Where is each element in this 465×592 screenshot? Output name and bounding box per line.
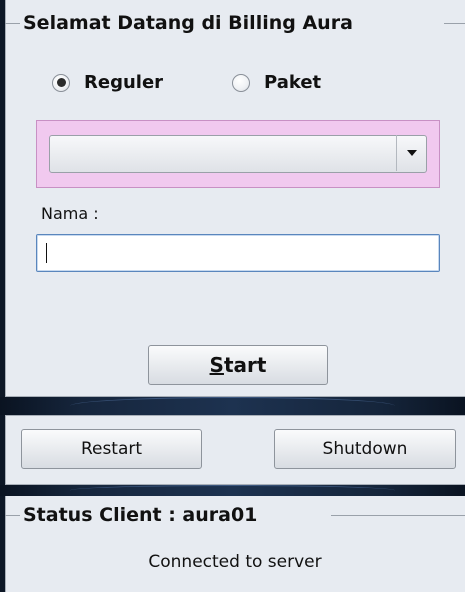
package-select-highlight <box>36 120 440 188</box>
radio-paket[interactable]: Paket <box>232 72 321 93</box>
radio-paket-label: Paket <box>264 72 322 93</box>
radio-unchecked-icon <box>232 73 250 92</box>
start-mnemonic: S <box>209 353 224 377</box>
status-group-line-left <box>5 515 21 516</box>
login-group-line-right <box>444 23 465 24</box>
package-select[interactable] <box>49 135 427 173</box>
name-input[interactable] <box>36 234 440 272</box>
login-group-title: Selamat Datang di Billing Aura <box>20 11 356 35</box>
status-group-title: Status Client : aura01 <box>20 503 261 527</box>
name-label: Nama : <box>41 204 99 223</box>
wallpaper-strip <box>0 485 465 496</box>
login-panel <box>5 0 465 397</box>
text-caret <box>46 243 47 263</box>
start-label: tart <box>223 353 267 377</box>
connection-status: Connected to server <box>148 552 322 572</box>
wallpaper-strip <box>0 397 465 415</box>
shutdown-button[interactable]: Shutdown <box>274 429 456 469</box>
login-group-line-left <box>5 23 21 24</box>
start-button[interactable]: Start <box>148 345 328 385</box>
restart-button[interactable]: Restart <box>21 429 202 469</box>
status-group-line-right <box>331 515 465 516</box>
radio-reguler[interactable]: Reguler <box>52 72 163 93</box>
radio-checked-icon <box>52 73 70 92</box>
radio-reguler-label: Reguler <box>84 72 164 93</box>
